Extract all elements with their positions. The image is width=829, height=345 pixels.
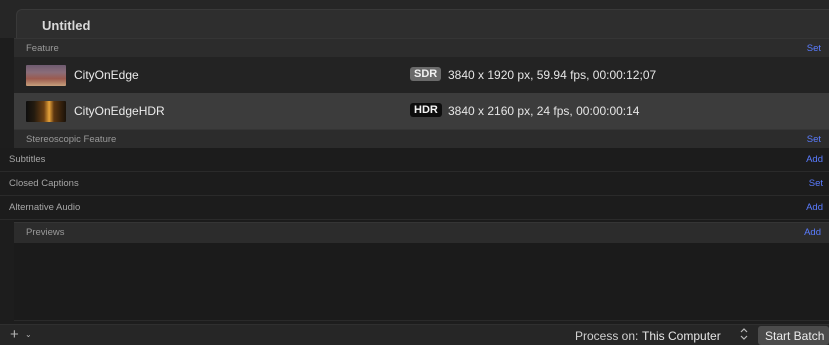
section-stereoscopic-label: Stereoscopic Feature <box>26 134 117 145</box>
clip-name: CityOnEdge <box>74 68 139 82</box>
title-bar: Untitled <box>0 0 829 38</box>
previews-drop-area <box>14 243 829 321</box>
chevron-down-icon[interactable]: ⌄ <box>25 330 32 339</box>
process-on-select[interactable]: This Computer <box>640 327 752 344</box>
process-on-label: Process on: <box>575 329 639 343</box>
closed-captions-set-button[interactable]: Set <box>809 178 823 189</box>
alternative-audio-add-button[interactable]: Add <box>806 202 823 213</box>
clip-name: CityOnEdgeHDR <box>74 104 165 118</box>
row-alternative-audio: Alternative Audio Add <box>0 196 829 220</box>
document-title: Untitled <box>42 18 91 33</box>
row-subtitles: Subtitles Add <box>0 148 829 172</box>
section-previews-label: Previews <box>26 227 65 238</box>
row-closed-captions: Closed Captions Set <box>0 172 829 196</box>
stereoscopic-set-button[interactable]: Set <box>807 134 821 145</box>
add-icon[interactable]: + <box>10 326 19 343</box>
clip-row-cityonedgehdr[interactable]: CityOnEdgeHDR HDR 3840 x 2160 px, 24 fps… <box>14 93 829 129</box>
alternative-audio-label: Alternative Audio <box>9 202 81 213</box>
clip-thumbnail <box>26 65 66 86</box>
up-down-chevron-icon <box>740 327 748 344</box>
start-batch-label: Start Batch <box>765 329 825 343</box>
feature-set-button[interactable]: Set <box>807 43 821 54</box>
section-previews: Previews Add <box>14 222 829 243</box>
process-on-value: This Computer <box>642 329 721 343</box>
clip-info: 3840 x 1920 px, 59.94 fps, 00:00:12;07 <box>448 68 657 82</box>
subtitles-label: Subtitles <box>9 154 46 165</box>
start-batch-button[interactable]: Start Batch <box>758 326 829 345</box>
bottom-toolbar: + ⌄ Process on: This Computer Start Batc… <box>0 324 829 345</box>
clip-info: 3840 x 2160 px, 24 fps, 00:00:00:14 <box>448 104 640 118</box>
clip-thumbnail <box>26 101 66 122</box>
subtitles-add-button[interactable]: Add <box>806 154 823 165</box>
batch-window: Untitled Feature Set CityOnEdge SDR 3840… <box>0 0 829 345</box>
hdr-badge: HDR <box>410 103 442 117</box>
section-stereoscopic: Stereoscopic Feature Set <box>14 129 829 148</box>
sdr-badge: SDR <box>410 67 442 81</box>
section-feature: Feature Set <box>14 38 829 57</box>
previews-add-button[interactable]: Add <box>804 227 821 238</box>
closed-captions-label: Closed Captions <box>9 178 79 189</box>
document-tab[interactable]: Untitled <box>16 9 829 38</box>
clip-row-cityonedge[interactable]: CityOnEdge SDR 3840 x 1920 px, 59.94 fps… <box>14 57 829 93</box>
section-feature-label: Feature <box>26 43 59 54</box>
